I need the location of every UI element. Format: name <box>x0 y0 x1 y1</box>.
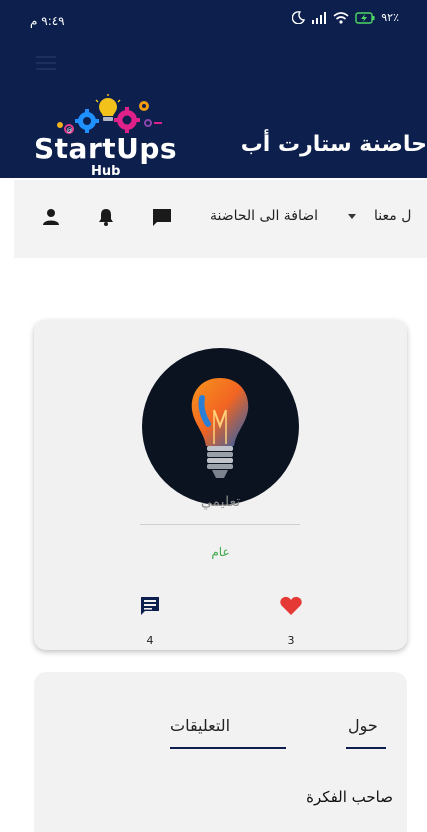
logo-sub-text: Hub <box>91 164 121 178</box>
card-divider <box>140 524 300 525</box>
tab-comments-underline <box>170 747 286 749</box>
message-icon[interactable] <box>152 208 172 227</box>
wifi-icon <box>333 11 349 24</box>
tab-about-underline <box>346 747 386 749</box>
tab-comments[interactable]: التعليقات <box>170 716 230 735</box>
battery-percent: ٩٢٪ <box>381 11 399 24</box>
lightbulb-icon <box>191 378 249 478</box>
menu-icon[interactable] <box>36 56 56 70</box>
heart-icon[interactable] <box>280 596 302 616</box>
logo-main-text: StartUps <box>34 132 178 165</box>
nav-item-add-to-incubator[interactable]: اضافة الى الحاضنة <box>210 208 318 224</box>
site-title: حاضنة ستارت أب <box>240 132 427 157</box>
tab-about[interactable]: حول <box>348 716 378 735</box>
chevron-down-icon[interactable] <box>348 214 356 219</box>
nav-bar: اضافة الى الحاضنة ل معنا <box>14 180 427 258</box>
idea-avatar <box>142 348 299 505</box>
idea-card[interactable]: تعليمي عام 4 3 <box>34 320 407 650</box>
section-title-idea-owner: صاحب الفكرة <box>306 788 393 806</box>
status-time: ٩:٤٩ م <box>30 14 65 28</box>
idea-category: تعليمي <box>200 494 241 510</box>
status-bar: ٩:٤٩ م ٩٢٪ <box>0 0 427 40</box>
status-icons: ٩٢٪ <box>292 11 399 24</box>
bell-icon[interactable] <box>98 208 114 226</box>
moon-icon <box>292 11 306 24</box>
signal-icon <box>312 11 327 24</box>
comments-count: 4 <box>146 634 154 647</box>
app-header: ٩:٤٩ م ٩٢٪ @ StartUps Hub حاضنة ستارت أب <box>0 0 427 178</box>
idea-details-panel: التعليقات حول صاحب الفكرة <box>34 672 407 832</box>
comment-icon[interactable] <box>140 596 160 616</box>
likes-count: 3 <box>287 634 295 647</box>
user-icon[interactable] <box>42 208 60 226</box>
gears-bulb-icon: @ <box>57 94 162 134</box>
idea-visibility: عام <box>211 545 230 559</box>
battery-icon <box>355 11 375 24</box>
nav-item-about[interactable]: ل معنا <box>374 208 411 224</box>
startups-hub-logo[interactable]: @ StartUps Hub <box>34 92 184 178</box>
